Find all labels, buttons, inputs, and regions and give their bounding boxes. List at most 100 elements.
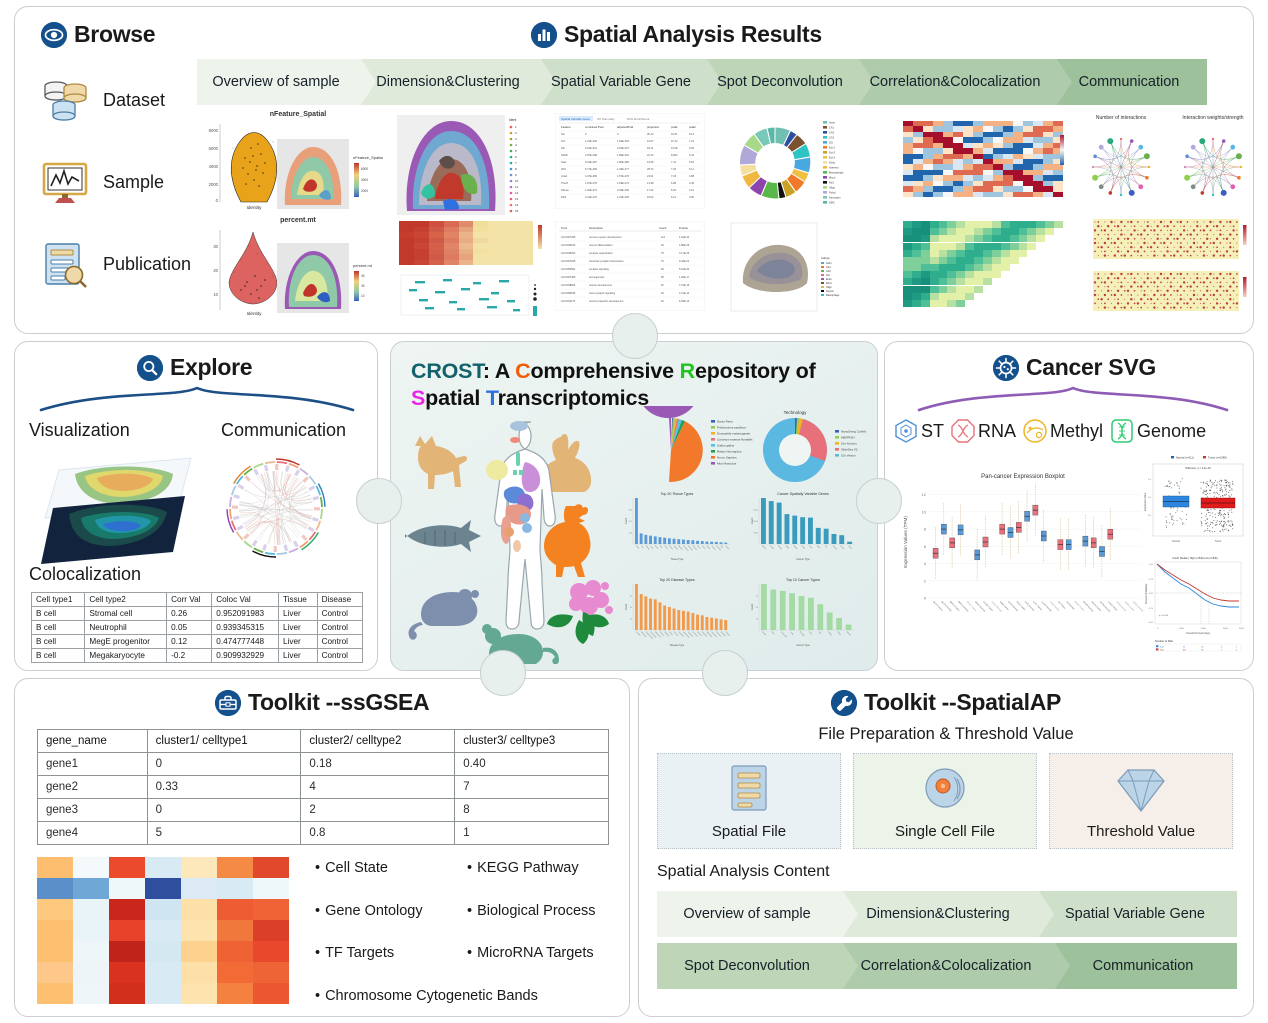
bullet-microrna-targets: • MicroRNA Targets bbox=[467, 946, 594, 961]
heatmap-cell bbox=[1010, 257, 1019, 264]
table-row: gene3 0 2 8 bbox=[38, 799, 609, 822]
card-single-cell-file[interactable]: Single Cell File bbox=[853, 753, 1037, 849]
heatmap-cell bbox=[1010, 221, 1019, 228]
heatmap-cell bbox=[974, 250, 983, 257]
breadcrumb-step[interactable]: Correlation&Colocalization bbox=[843, 943, 1055, 989]
svg-text:10.51: 10.51 bbox=[671, 132, 678, 136]
svg-text:5.61E-20: 5.61E-20 bbox=[679, 268, 690, 271]
svg-text:synaptic signaling: synaptic signaling bbox=[589, 268, 609, 271]
heatmap-cell bbox=[903, 278, 912, 285]
svg-text:7.70E-16: 7.70E-16 bbox=[679, 284, 690, 287]
heatmap-cell bbox=[939, 293, 948, 300]
badge-st[interactable]: ST bbox=[893, 418, 944, 444]
sidebar-item-sample[interactable]: Sample bbox=[39, 141, 199, 223]
heatmap-cell bbox=[145, 983, 181, 1004]
heatmap-cell bbox=[939, 228, 948, 235]
breadcrumb-step[interactable]: Communication bbox=[1057, 59, 1207, 105]
badge-rna[interactable]: RNA bbox=[950, 418, 1016, 444]
lr-pair-heatmap-1 bbox=[1079, 217, 1255, 267]
svg-text:Neuron: Neuron bbox=[826, 290, 835, 293]
svg-text:Celltype: Celltype bbox=[821, 257, 830, 260]
breadcrumb-step[interactable]: Overview of sample bbox=[657, 891, 843, 937]
heatmap-cell bbox=[947, 300, 956, 307]
svg-text:1.87E-278: 1.87E-278 bbox=[585, 181, 598, 185]
sidebar-item-dataset[interactable]: Dataset bbox=[39, 59, 199, 141]
table-cell: B cell bbox=[32, 607, 85, 621]
heatmap-cell bbox=[1010, 250, 1019, 257]
table-cell: 0.909932929 bbox=[212, 649, 279, 663]
svg-text:50: 50 bbox=[756, 607, 759, 609]
breadcrumb-step[interactable]: Spatial Variable Gene bbox=[541, 59, 707, 105]
table-row: gene2 0.33 4 7 bbox=[38, 776, 609, 799]
breadcrumb-step[interactable]: Spot Deconvolution bbox=[707, 59, 859, 105]
table-cell: 4 bbox=[301, 776, 455, 799]
table-cell: B cell bbox=[32, 621, 85, 635]
heatmap-cell bbox=[1027, 228, 1036, 235]
svg-text:Ddit4l: Ddit4l bbox=[561, 153, 568, 157]
sidebar-item-publication[interactable]: Publication bbox=[39, 223, 199, 305]
table-row: B cell MegE progenitor 0.12 0.474777448 Live… bbox=[32, 635, 363, 649]
breadcrumb-step[interactable]: Correlation&Colocalization bbox=[859, 59, 1057, 105]
heatmap-cell bbox=[181, 878, 217, 899]
svg-text:Skin: Skin bbox=[818, 631, 822, 635]
heatmap-cell bbox=[973, 192, 983, 197]
svg-text:6.66: 6.66 bbox=[671, 188, 677, 192]
heatmap-cell bbox=[956, 221, 965, 228]
table-header-cell: gene_name bbox=[38, 730, 148, 753]
svg-text:MERFISH: MERFISH bbox=[841, 436, 855, 440]
heatmap-cell bbox=[1027, 235, 1036, 242]
svg-text:30: 30 bbox=[630, 607, 633, 609]
table-header-cell: Coloc Val bbox=[212, 593, 279, 607]
svg-text:Brain: Brain bbox=[771, 631, 776, 636]
explore-item-visualization[interactable]: Visualization bbox=[29, 420, 130, 441]
breadcrumb-step[interactable]: Dimension&Clustering bbox=[361, 59, 541, 105]
heatmap-cell bbox=[1019, 235, 1028, 242]
breadcrumb-step[interactable]: Communication bbox=[1055, 943, 1237, 989]
ssgsea-title: Toolkit --ssGSEA bbox=[248, 689, 429, 716]
heatmap-cell bbox=[965, 228, 974, 235]
explore-item-communication[interactable]: Communication bbox=[221, 420, 346, 441]
heatmap-cell bbox=[956, 278, 965, 285]
svg-text:2.87E-298: 2.87E-298 bbox=[585, 153, 598, 157]
enrichment-table: Term Description Count P.value GO:0007399 ne… bbox=[555, 221, 705, 311]
svg-text:10: 10 bbox=[361, 294, 365, 298]
breadcrumb-step[interactable]: Spatial Variable Gene bbox=[1039, 891, 1237, 937]
card-spatial-file[interactable]: Spatial File bbox=[657, 753, 841, 849]
heatmap-cell bbox=[912, 228, 921, 235]
heatmap-cell bbox=[974, 235, 983, 242]
heatmap-cell bbox=[1033, 192, 1043, 197]
heatmap-cell bbox=[974, 243, 983, 250]
heatmap-cell bbox=[939, 271, 948, 278]
svg-text:1.89E-291: 1.89E-291 bbox=[617, 153, 630, 157]
heatmap-cell bbox=[903, 221, 912, 228]
breadcrumb-step[interactable]: Overview of sample bbox=[197, 59, 361, 105]
spatial-file-icon bbox=[725, 763, 773, 817]
heatmap-cell bbox=[930, 293, 939, 300]
database-stack-icon bbox=[39, 74, 91, 126]
magnifier-icon bbox=[137, 355, 163, 381]
tissue-map-nfeature: nFeature_Spatial 6000 4000 2000 bbox=[275, 137, 383, 213]
svg-text:4.21: 4.21 bbox=[689, 188, 695, 192]
breadcrumb-step[interactable]: Spot Deconvolution bbox=[657, 943, 843, 989]
heatmap-cell bbox=[1001, 221, 1010, 228]
svg-text:Homo Sapiens: Homo Sapiens bbox=[717, 456, 737, 460]
heatmap-cell bbox=[1010, 243, 1019, 250]
svg-text:Oligo: Oligo bbox=[829, 186, 836, 190]
heatmap-cell bbox=[1003, 192, 1013, 197]
heatmap-cell bbox=[930, 286, 939, 293]
svg-text:13: 13 bbox=[515, 197, 519, 201]
svg-text:Ovary: Ovary bbox=[836, 631, 841, 636]
breadcrumb-step[interactable]: Dimension&Clustering bbox=[843, 891, 1039, 937]
bullet-chromosome-bands: • Chromosome Cytogenetic Bands bbox=[315, 989, 596, 1004]
svg-text:neuron development: neuron development bbox=[589, 284, 612, 287]
svg-text:18.11: 18.11 bbox=[647, 146, 654, 150]
svg-text:0.50: 0.50 bbox=[1149, 593, 1154, 595]
svg-text:15: 15 bbox=[630, 619, 633, 621]
badge-methyl[interactable]: Methyl bbox=[1022, 418, 1103, 444]
site-title-part: C bbox=[515, 359, 530, 383]
card-threshold-value[interactable]: Threshold Value bbox=[1049, 753, 1233, 849]
badge-genome[interactable]: Genome bbox=[1109, 418, 1206, 444]
spatialap-header: Toolkit --SpatialAP bbox=[831, 689, 1061, 716]
sidebar-item-publication-label: Publication bbox=[103, 254, 191, 275]
breadcrumb-label: Spot Deconvolution bbox=[717, 74, 843, 90]
